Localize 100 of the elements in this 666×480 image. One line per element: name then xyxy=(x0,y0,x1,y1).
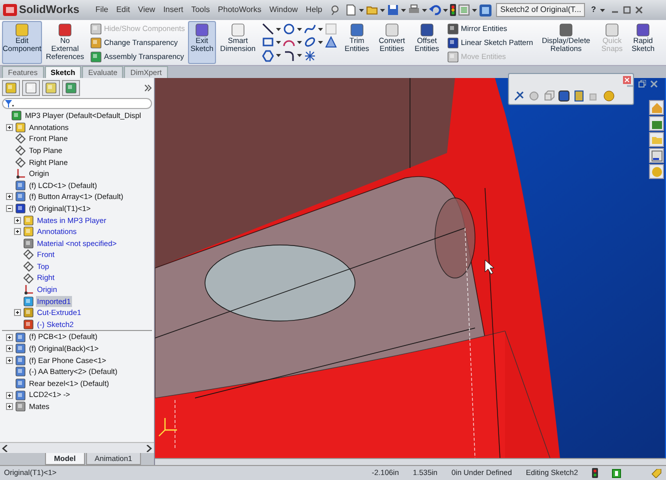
display-icon xyxy=(65,82,77,94)
origin-icon xyxy=(15,168,26,180)
tool-icon xyxy=(57,23,73,37)
panel-tab[interactable] xyxy=(22,80,40,96)
point-icon[interactable] xyxy=(304,50,316,62)
logo-icon xyxy=(3,4,17,16)
caret-icon[interactable] xyxy=(276,54,281,58)
menu-item[interactable]: View xyxy=(134,4,160,16)
circle-icon[interactable] xyxy=(282,23,295,36)
tool-icon xyxy=(446,22,459,34)
library-icon[interactable] xyxy=(649,116,664,131)
caret-icon[interactable] xyxy=(296,40,302,44)
tool-icon xyxy=(14,23,30,37)
caret-icon[interactable] xyxy=(359,8,364,12)
plane-icon xyxy=(15,133,26,144)
tool-icon xyxy=(446,36,459,48)
tool-icon xyxy=(418,23,435,37)
panel-tab[interactable] xyxy=(42,80,60,96)
rectangle-icon[interactable] xyxy=(262,36,274,48)
close-icon[interactable] xyxy=(650,80,658,88)
scrollbar[interactable] xyxy=(0,442,154,453)
expand-icon[interactable] xyxy=(6,356,13,364)
part-icon xyxy=(15,203,26,214)
feature-icon xyxy=(23,307,34,318)
caret-icon[interactable] xyxy=(401,8,406,12)
expand-icon[interactable] xyxy=(14,216,21,224)
feature-tree-icon xyxy=(5,82,17,94)
tool-icon xyxy=(90,22,102,34)
menu-item[interactable]: Edit xyxy=(112,4,134,16)
help-icon[interactable] xyxy=(612,468,621,478)
panel-tab[interactable] xyxy=(62,80,80,96)
shaded-cube-icon[interactable] xyxy=(558,90,570,102)
origin-icon xyxy=(23,284,34,296)
panel-tab[interactable] xyxy=(2,80,20,96)
caret-icon[interactable] xyxy=(318,28,323,31)
collapse-icon[interactable] xyxy=(6,205,13,212)
caret-icon[interactable] xyxy=(443,8,448,12)
part-icon xyxy=(15,191,26,202)
document-title: Sketch2 of Original(T... xyxy=(496,3,586,17)
menu-item[interactable]: Tools xyxy=(187,4,214,16)
pin-icon[interactable] xyxy=(330,5,340,15)
traffic-light-icon[interactable] xyxy=(592,468,598,478)
view-palette-icon[interactable] xyxy=(649,148,664,163)
caret-icon[interactable] xyxy=(296,54,302,58)
caret-icon[interactable] xyxy=(276,40,281,44)
scroll-right-icon[interactable] xyxy=(146,444,152,452)
expand-icon[interactable] xyxy=(14,309,21,316)
menu-item[interactable]: Help xyxy=(302,4,326,16)
chevron-icon[interactable] xyxy=(144,84,152,92)
tag-icon[interactable] xyxy=(651,468,662,478)
ellipse-icon[interactable] xyxy=(304,36,316,48)
caret-icon[interactable] xyxy=(296,28,302,31)
expand-icon[interactable] xyxy=(6,124,13,131)
expand-icon[interactable] xyxy=(6,334,13,341)
document-icon xyxy=(479,4,492,16)
feature-icon xyxy=(23,226,34,238)
sphere-icon[interactable] xyxy=(603,90,615,102)
menu-item[interactable]: PhotoWorks xyxy=(214,4,266,16)
restore-icon[interactable] xyxy=(638,80,646,88)
printer-icon[interactable] xyxy=(408,4,420,16)
caret-icon[interactable] xyxy=(276,28,281,31)
plane-icon xyxy=(15,156,26,168)
fillet-icon[interactable] xyxy=(282,50,295,62)
filter-field[interactable] xyxy=(2,98,152,109)
orientation-icon[interactable] xyxy=(513,90,525,102)
menu-item[interactable]: Window xyxy=(265,4,302,16)
section-icon[interactable] xyxy=(573,90,585,102)
scrollbar[interactable] xyxy=(155,458,666,465)
caret-icon[interactable] xyxy=(380,8,386,12)
expand-icon[interactable] xyxy=(6,392,13,399)
plane-icon xyxy=(23,261,34,272)
scroll-left-icon[interactable] xyxy=(2,444,8,452)
expand-icon[interactable] xyxy=(6,403,13,410)
configurations-icon xyxy=(45,82,57,94)
feature-icon xyxy=(23,238,34,249)
caret-icon[interactable] xyxy=(600,8,606,12)
expand-icon[interactable] xyxy=(6,193,13,200)
menu-item[interactable]: Insert xyxy=(159,4,188,16)
filter-icon[interactable] xyxy=(5,100,14,108)
part-icon xyxy=(15,332,26,343)
line-icon[interactable] xyxy=(262,23,274,36)
maximize-icon[interactable] xyxy=(623,6,632,14)
traffic-light-icon[interactable] xyxy=(450,4,456,16)
tool-icon xyxy=(230,23,246,37)
polygon-icon[interactable] xyxy=(262,50,274,62)
properties-icon xyxy=(25,82,37,94)
caret-icon[interactable] xyxy=(472,8,478,12)
new-document-icon[interactable] xyxy=(345,4,358,16)
undo-icon[interactable] xyxy=(429,4,442,16)
caret-icon[interactable] xyxy=(422,8,428,12)
spline-icon[interactable] xyxy=(304,23,316,36)
menu-item[interactable]: File xyxy=(91,4,112,16)
expand-icon[interactable] xyxy=(14,228,21,236)
plane-icon[interactable] xyxy=(324,36,337,48)
caret-icon[interactable] xyxy=(318,40,323,44)
expand-icon[interactable] xyxy=(6,345,13,352)
save-icon[interactable] xyxy=(387,4,400,16)
feature-icon xyxy=(23,296,34,307)
close-icon[interactable] xyxy=(635,6,644,14)
help-glyph[interactable]: ? xyxy=(591,4,596,16)
